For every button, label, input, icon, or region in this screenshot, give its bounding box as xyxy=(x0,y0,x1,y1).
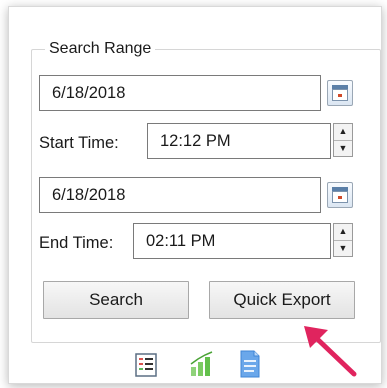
chart-icon[interactable] xyxy=(189,351,215,382)
start-time-field[interactable]: 12:12 PM xyxy=(147,123,331,159)
document-icon[interactable] xyxy=(239,350,261,383)
start-date-calendar-button[interactable] xyxy=(327,80,353,106)
spin-up-icon[interactable]: ▲ xyxy=(334,124,352,140)
start-date-field[interactable]: 6/18/2018 xyxy=(39,75,321,111)
quick-export-button[interactable]: Quick Export xyxy=(209,281,355,319)
end-time-spinner[interactable]: ▲ ▼ xyxy=(333,223,353,257)
spin-down-icon[interactable]: ▼ xyxy=(334,240,352,257)
spin-up-icon[interactable]: ▲ xyxy=(334,224,352,240)
end-time-label: End Time: xyxy=(39,234,114,252)
annotation-arrow-icon xyxy=(298,320,360,383)
report-list-icon[interactable] xyxy=(135,353,157,382)
end-time-field[interactable]: 02:11 PM xyxy=(133,223,331,259)
end-date-calendar-button[interactable] xyxy=(327,182,353,208)
search-button[interactable]: Search xyxy=(43,281,189,319)
spin-down-icon[interactable]: ▼ xyxy=(334,140,352,157)
end-date-field[interactable]: 6/18/2018 xyxy=(39,177,321,213)
start-time-spinner[interactable]: ▲ ▼ xyxy=(333,123,353,157)
start-time-label: Start Time: xyxy=(39,134,119,152)
search-range-title: Search Range xyxy=(45,40,156,58)
